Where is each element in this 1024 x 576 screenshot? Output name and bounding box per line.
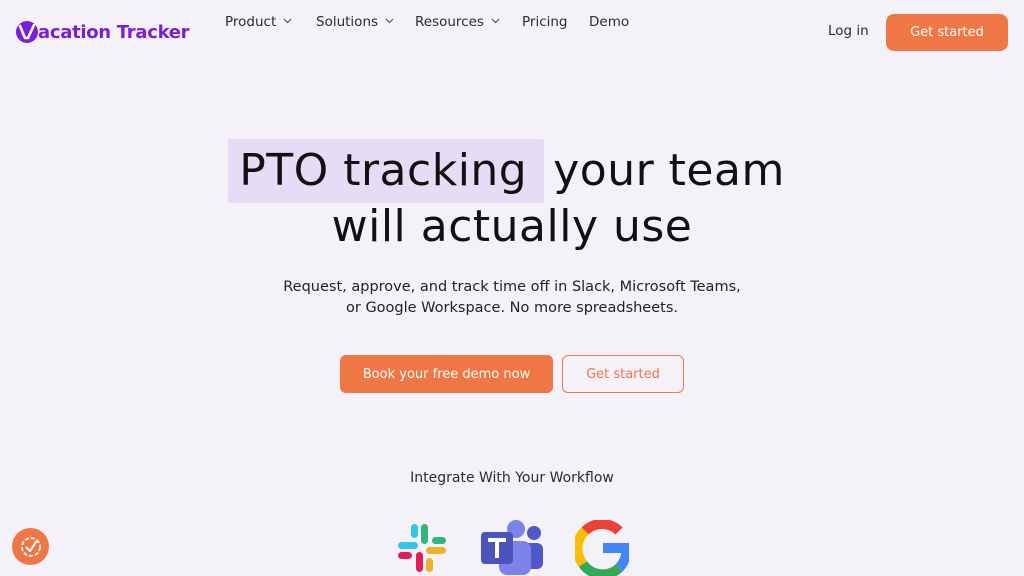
nav-item-demo[interactable]: Demo — [589, 14, 629, 30]
chevron-down-icon — [491, 18, 500, 24]
nav-item-label: Demo — [589, 14, 630, 30]
hero-subtitle-line-2: or Google Workspace. No more spreadsheet… — [346, 300, 678, 316]
hero-get-started-button[interactable]: Get started — [562, 355, 684, 393]
nav-item-resources[interactable]: Resources — [415, 14, 500, 30]
hero-title-rest: your team — [553, 145, 785, 196]
microsoft-teams-icon[interactable] — [479, 519, 545, 576]
nav-item-pricing[interactable]: Pricing — [522, 14, 568, 30]
nav-item-solutions[interactable]: Solutions — [316, 14, 394, 30]
hero-title-line-1: PTO tracking your team — [0, 142, 1024, 200]
chevron-down-icon — [385, 18, 394, 24]
nav-item-label: Solutions — [316, 14, 379, 30]
google-icon[interactable] — [575, 520, 629, 576]
vacation-tracker-logo-icon — [16, 21, 38, 43]
integrations-heading: Integrate With Your Workflow — [410, 470, 614, 486]
badge-check-icon — [20, 536, 41, 557]
nav-item-label: Product — [225, 14, 277, 30]
brand-name: acation Tracker — [38, 21, 190, 43]
header-get-started-button[interactable]: Get started — [886, 14, 1008, 51]
book-demo-button[interactable]: Book your free demo now — [340, 355, 553, 393]
chevron-down-icon — [283, 18, 292, 24]
hero-title-highlight: PTO tracking — [239, 145, 528, 196]
hero-subtitle: Request, approve, and track time off in … — [0, 277, 1024, 319]
brand-logo[interactable]: acation Tracker — [16, 18, 190, 46]
nav-item-label: Pricing — [522, 14, 568, 30]
hero-subtitle-line-1: Request, approve, and track time off in … — [283, 279, 741, 295]
nav-item-product[interactable]: Product — [225, 14, 292, 30]
hero-title-line-2: will actually use — [331, 201, 693, 252]
nav-item-label: Resources — [415, 14, 484, 30]
site-header: acation Tracker Product Solutions Resour… — [0, 0, 1024, 64]
login-link[interactable]: Log in — [828, 23, 869, 39]
floating-help-button[interactable] — [12, 528, 49, 565]
slack-icon[interactable] — [395, 521, 449, 575]
